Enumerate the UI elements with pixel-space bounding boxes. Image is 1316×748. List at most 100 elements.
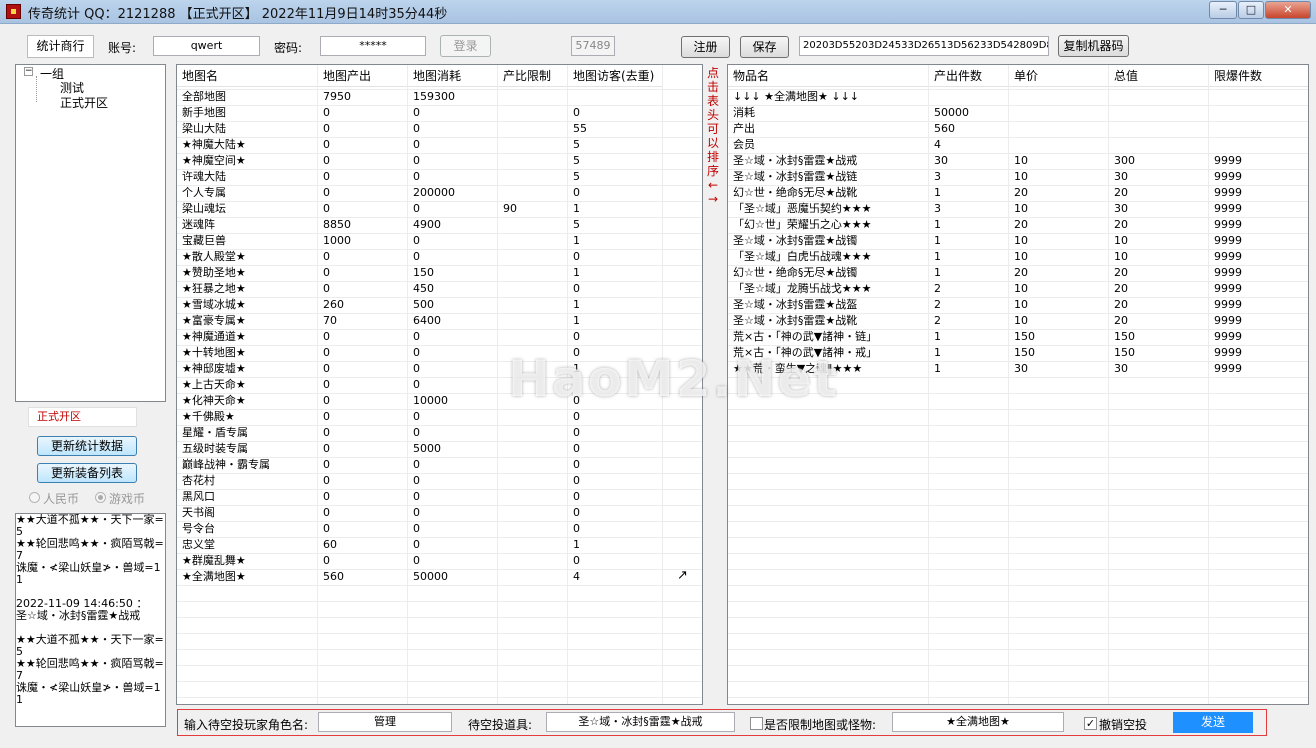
- account-input[interactable]: qwert: [153, 36, 260, 56]
- map-header-1[interactable]: 地图产出: [318, 65, 408, 87]
- map-cell: 0: [413, 362, 420, 375]
- item-cell: 圣☆域・冰封§雷霆★战靴: [733, 314, 858, 327]
- map-header-0[interactable]: 地图名: [177, 65, 318, 87]
- map-cell: 1: [573, 202, 580, 215]
- map-cell: 0: [323, 394, 330, 407]
- map-cell: 5000: [413, 442, 441, 455]
- password-input[interactable]: *****: [320, 36, 426, 56]
- tree-item-official[interactable]: 正式开区: [60, 94, 108, 111]
- map-cell: 1: [573, 234, 580, 247]
- save-button[interactable]: 保存: [740, 36, 789, 58]
- item-cell: 幻☆世・绝命§无尽★战靴: [733, 186, 858, 199]
- item-cell: [1009, 89, 1109, 105]
- port-field[interactable]: 57489: [571, 36, 615, 56]
- map-header-3[interactable]: 产比限制: [498, 65, 568, 87]
- login-button[interactable]: 登录: [440, 35, 491, 57]
- register-button[interactable]: 注册: [681, 36, 730, 58]
- map-cell: 梁山大陆: [182, 122, 226, 135]
- map-header-2[interactable]: 地图消耗: [408, 65, 498, 87]
- map-cell: 0: [573, 474, 580, 487]
- send-button[interactable]: 发送: [1173, 712, 1253, 733]
- password-label: 密码:: [274, 41, 303, 55]
- map-cell: 260: [323, 298, 344, 311]
- map-cell: 迷魂阵: [182, 218, 215, 231]
- item-cell: 2: [934, 282, 941, 295]
- map-cell: 0: [323, 346, 330, 359]
- map-cell: 0: [413, 330, 420, 343]
- map-cell: [498, 169, 568, 185]
- item-cell: [1209, 137, 1308, 153]
- server-tree[interactable]: − 一组 测试 正式开区: [15, 64, 166, 402]
- log-line: ★★轮回悲鸣★★・疯陌骂戟=7: [16, 537, 164, 562]
- maximize-button[interactable]: □: [1238, 1, 1264, 19]
- item-cell: 9999: [1214, 266, 1242, 279]
- log-line: 圣☆域・冰封§雷霆★战戒: [16, 609, 141, 622]
- item-cell: 10: [1114, 250, 1128, 263]
- map-cell: 0: [573, 282, 580, 295]
- map-cell: 1: [573, 298, 580, 311]
- copy-machine-code-button[interactable]: 复制机器码: [1058, 35, 1129, 57]
- log-box[interactable]: ★★大道不孤★★・天下一家=5 ★★轮回悲鸣★★・疯陌骂戟=7 诛魔・≮梁山妖皇…: [15, 513, 166, 727]
- player-label: 输入待空投玩家角色名:: [184, 718, 309, 732]
- item-cell: 「圣☆域」龙腾卐战戈★★★: [733, 282, 872, 295]
- map-cell: [498, 473, 568, 489]
- map-cell: 0: [323, 362, 330, 375]
- map-cell: [498, 249, 568, 265]
- item-header-2[interactable]: 单价: [1009, 65, 1109, 87]
- item-cell: 圣☆域・冰封§雷霆★战戒: [733, 154, 858, 167]
- map-cell: 0: [413, 250, 420, 263]
- map-header-4[interactable]: 地图访客(去重): [568, 65, 663, 87]
- item-cell: [1109, 89, 1209, 105]
- map-cell: ★神邸废墟★: [182, 362, 246, 375]
- map-cell: 0: [323, 426, 330, 439]
- item-row-divider: [728, 553, 1308, 554]
- map-cell: 0: [323, 410, 330, 423]
- item-header-3[interactable]: 总值: [1109, 65, 1209, 87]
- item-cell: 2: [934, 314, 941, 327]
- map-cell: [498, 313, 568, 329]
- item-row-divider: [728, 569, 1308, 570]
- update-stats-button[interactable]: 更新统计数据: [37, 436, 137, 456]
- limit-checkbox[interactable]: [750, 717, 763, 730]
- map-cell: 70: [323, 314, 337, 327]
- map-cell: 新手地图: [182, 106, 226, 119]
- map-cell: ★全满地图★: [182, 570, 246, 583]
- gamecoin-label: 游戏币: [109, 492, 146, 506]
- item-cell: 20: [1114, 298, 1128, 311]
- resize-cursor-icon: ↗: [677, 568, 688, 583]
- update-equip-button[interactable]: 更新装备列表: [37, 463, 137, 483]
- close-button[interactable]: ✕: [1265, 1, 1311, 19]
- item-header-4[interactable]: 限爆件数: [1209, 65, 1308, 87]
- map-cell: 150: [413, 266, 434, 279]
- item-cell: 9999: [1214, 314, 1242, 327]
- map-cell: 0: [323, 490, 330, 503]
- machine-code-field[interactable]: 20203D55203D24533D26513D56233D542809D874…: [799, 36, 1049, 56]
- map-input[interactable]: ★全满地图★: [892, 712, 1064, 732]
- map-cell: 忠义堂: [182, 538, 215, 551]
- item-cell: 9999: [1214, 234, 1242, 247]
- minimize-button[interactable]: ─: [1209, 1, 1237, 19]
- cancel-checkbox[interactable]: ✓: [1084, 717, 1097, 730]
- item-cell: 幻☆世・绝命§无尽★战镯: [733, 266, 858, 279]
- item-header-0[interactable]: 物品名: [728, 65, 929, 87]
- map-cell: 5: [573, 138, 580, 151]
- item-header-1[interactable]: 产出件数: [929, 65, 1009, 87]
- map-cell: 0: [413, 154, 420, 167]
- account-label: 账号:: [108, 41, 137, 55]
- map-cell: [498, 233, 568, 249]
- map-cell: 55: [573, 122, 587, 135]
- rmb-radio[interactable]: [29, 492, 40, 503]
- map-cell: 0: [573, 458, 580, 471]
- tree-collapse-icon[interactable]: −: [24, 67, 33, 76]
- map-cell: 0: [323, 282, 330, 295]
- tab-stats-shop[interactable]: 统计商行: [27, 35, 94, 58]
- map-cell: 梁山魂坛: [182, 202, 226, 215]
- item-row-divider: [728, 585, 1308, 586]
- gamecoin-radio[interactable]: [95, 492, 106, 503]
- map-cell: 10000: [413, 394, 448, 407]
- player-input[interactable]: 管理: [318, 712, 452, 732]
- map-cell: 0: [413, 426, 420, 439]
- item-input[interactable]: 圣☆域・冰封§雷霆★战戒: [546, 712, 735, 732]
- item-cell: 9999: [1214, 346, 1242, 359]
- item-cell: 消耗: [733, 106, 755, 119]
